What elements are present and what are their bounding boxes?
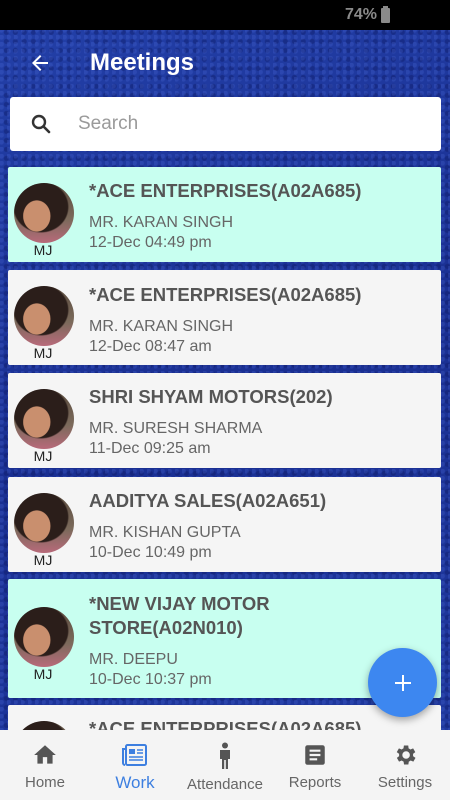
nav-item-home[interactable]: Home	[0, 730, 90, 800]
meeting-time: 12-Dec 08:47 am	[89, 338, 212, 355]
company-name: *ACE ENTERPRISES(A02A685)	[89, 180, 362, 201]
avatar-initials: MJ	[33, 242, 53, 258]
meeting-time: 11-Dec 09:25 am	[89, 440, 211, 457]
newspaper-icon	[122, 744, 147, 766]
nav-label: Reports	[288, 774, 342, 791]
meeting-time: 10-Dec 10:37 pm	[89, 671, 212, 688]
avatar-photo	[14, 721, 74, 730]
gear-icon	[396, 745, 416, 765]
nav-label: Home	[24, 774, 65, 791]
app-bar: Meetings	[0, 30, 450, 96]
avatar: MJ	[8, 477, 84, 572]
avatar	[8, 705, 84, 730]
meeting-list[interactable]: MJ *ACE ENTERPRISES(A02A685) MR. KARAN S…	[8, 167, 441, 730]
add-meeting-button[interactable]	[368, 648, 437, 717]
nav-item-reports[interactable]: Reports	[270, 730, 360, 800]
avatar-photo	[14, 389, 74, 449]
meeting-card[interactable]: MJ *ACE ENTERPRISES(A02A685) MR. KARAN S…	[8, 167, 441, 262]
avatar-initials: MJ	[33, 345, 53, 361]
nav-item-attendance[interactable]: Attendance	[180, 730, 270, 800]
report-icon	[305, 745, 325, 765]
avatar: MJ	[8, 579, 84, 698]
plus-icon	[394, 674, 411, 691]
nav-item-settings[interactable]: Settings	[360, 730, 450, 800]
search-bar[interactable]	[10, 97, 441, 151]
meeting-card[interactable]: *ACE ENTERPRISES(A02A685)	[8, 705, 441, 730]
avatar-initials: MJ	[33, 666, 53, 682]
contact-person: MR. KARAN SINGH	[89, 318, 234, 335]
avatar-initials: MJ	[33, 552, 53, 568]
contact-person: MR. KARAN SINGH	[89, 214, 234, 231]
nav-label: Work	[115, 773, 155, 792]
arrow-left-icon	[32, 55, 48, 71]
avatar: MJ	[8, 167, 84, 262]
search-icon	[10, 112, 72, 136]
avatar: MJ	[8, 270, 84, 365]
avatar-photo	[14, 607, 74, 667]
meeting-card[interactable]: MJ AADITYA SALES(A02A651) MR. KISHAN GUP…	[8, 477, 441, 572]
page-title: Meetings	[90, 49, 195, 76]
search-input[interactable]	[78, 113, 441, 135]
contact-person: MR. DEEPU	[89, 651, 178, 668]
nav-label: Attendance	[187, 776, 263, 793]
company-name: AADITYA SALES(A02A651)	[89, 490, 327, 511]
person-icon	[220, 742, 230, 769]
home-icon	[34, 745, 56, 764]
status-bar: 74%	[0, 0, 450, 30]
avatar: MJ	[8, 373, 84, 468]
avatar-initials: MJ	[33, 448, 53, 464]
meeting-time: 12-Dec 04:49 pm	[89, 234, 212, 251]
back-button[interactable]	[0, 30, 80, 96]
avatar-photo	[14, 286, 74, 346]
meeting-time: 10-Dec 10:49 pm	[89, 544, 212, 561]
contact-person: MR. SURESH SHARMA	[89, 420, 263, 437]
avatar-photo	[14, 183, 74, 243]
company-name: *ACE ENTERPRISES(A02A685)	[89, 284, 362, 305]
meeting-card[interactable]: MJ SHRI SHYAM MOTORS(202) MR. SURESH SHA…	[8, 373, 441, 468]
company-name: *ACE ENTERPRISES(A02A685)	[89, 718, 362, 730]
company-name: SHRI SHYAM MOTORS(202)	[89, 386, 333, 407]
company-name: *NEW VIJAY MOTOR STORE(A02N010)	[89, 593, 270, 638]
contact-person: MR. KISHAN GUPTA	[89, 524, 241, 541]
battery-level: 74%	[344, 6, 377, 23]
nav-item-work[interactable]: Work	[90, 730, 180, 800]
battery-icon	[381, 5, 390, 23]
meeting-card[interactable]: MJ *ACE ENTERPRISES(A02A685) MR. KARAN S…	[8, 270, 441, 365]
avatar-photo	[14, 493, 74, 553]
bottom-nav: Home Work Attendance Reports Settings	[0, 730, 450, 800]
nav-label: Settings	[377, 774, 433, 791]
